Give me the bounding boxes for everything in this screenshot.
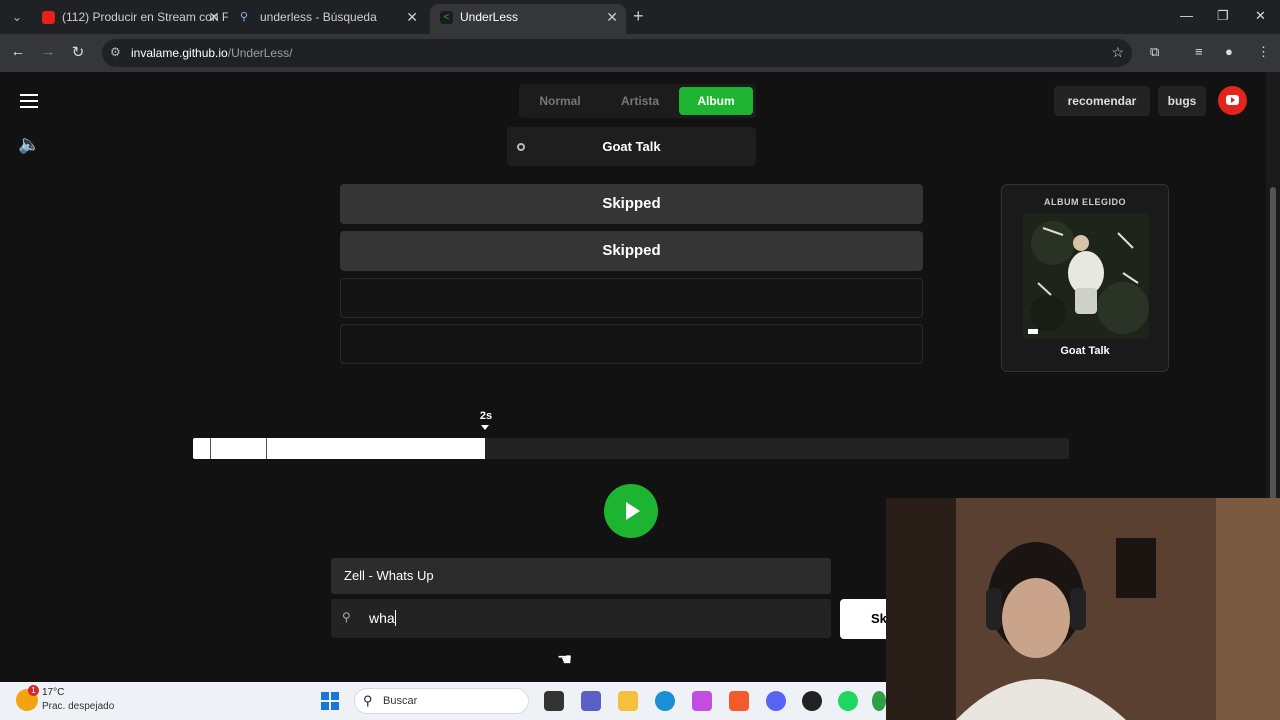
close-icon[interactable]: ✕ — [606, 4, 618, 30]
new-tab-button[interactable]: + — [633, 6, 644, 27]
bugs-button[interactable]: bugs — [1158, 86, 1206, 116]
address-bar[interactable]: ⚙ invalame.github.io/UnderLess/ ☆ — [102, 39, 1132, 67]
volume-icon[interactable]: 🔈 — [18, 134, 40, 155]
search-icon: ⚲ — [240, 11, 249, 23]
browser-tab-youtube[interactable]: (112) Producir en Stream con Fl ✕ — [32, 4, 228, 34]
taskbar-search-placeholder: Buscar — [383, 695, 418, 707]
taskbar-search[interactable]: ⚲ Buscar — [354, 688, 529, 714]
search-icon: ⚲ — [342, 610, 351, 624]
guess-row: Skipped — [340, 184, 923, 224]
forward-icon[interactable]: → — [38, 43, 58, 60]
extensions-icon[interactable]: ⧉ — [1150, 44, 1159, 60]
webcam-overlay — [886, 498, 1280, 720]
timer-label: 2s — [479, 410, 493, 422]
mode-switch: Normal Artista Album — [519, 84, 756, 118]
obs-icon[interactable] — [802, 691, 822, 711]
notification-badge: 1 — [28, 685, 39, 696]
browser-tab-search[interactable]: ⚲ underless - Búsqueda ✕ — [230, 4, 426, 34]
window-close-icon[interactable]: ✕ — [1255, 8, 1266, 24]
mode-album-button[interactable]: Album — [679, 87, 753, 115]
close-icon[interactable]: ✕ — [406, 4, 418, 30]
card-album-title: Goat Talk — [1060, 345, 1110, 357]
task-view-icon[interactable] — [544, 691, 564, 711]
site-info-icon[interactable]: ⚙ — [110, 45, 121, 59]
recommend-button[interactable]: recomendar — [1054, 86, 1150, 116]
guess-row — [340, 324, 923, 364]
weather-description: Prac. despejado — [42, 701, 115, 712]
tab-title: UnderLess — [460, 10, 519, 24]
search-value: wha — [369, 610, 396, 626]
suggestion-item[interactable]: Zell - Whats Up — [331, 558, 831, 594]
weather-temperature: 17°C — [42, 687, 65, 698]
close-icon[interactable]: ✕ — [208, 4, 220, 30]
reading-list-icon[interactable]: ≡ — [1195, 44, 1203, 59]
mode-normal-button[interactable]: Normal — [527, 87, 593, 115]
segment-divider — [210, 438, 211, 459]
browser-tab-underless[interactable]: < UnderLess ✕ — [430, 4, 626, 34]
card-header: ALBUM ELEGIDO — [1044, 197, 1126, 207]
profile-icon[interactable]: ● — [1225, 44, 1233, 59]
windows-start-icon[interactable] — [321, 692, 339, 710]
back-icon[interactable]: ← — [8, 43, 28, 60]
brave-icon[interactable] — [729, 691, 749, 711]
hamburger-menu-icon[interactable] — [20, 94, 38, 108]
segment-divider — [266, 438, 267, 459]
spotify-icon[interactable] — [838, 691, 858, 711]
address-url: invalame.github.io/UnderLess/ — [131, 46, 293, 60]
browser-menu-icon[interactable]: ⋮ — [1257, 44, 1270, 60]
progress-fill — [193, 438, 485, 459]
play-button[interactable] — [604, 484, 658, 538]
guess-row — [340, 278, 923, 318]
reload-icon[interactable]: ↻ — [68, 43, 88, 61]
underless-icon: < — [440, 11, 453, 24]
album-selector[interactable]: Goat Talk — [507, 127, 756, 166]
play-icon — [626, 502, 640, 520]
tab-title: underless - Búsqueda — [260, 10, 377, 24]
tab-search-menu-button[interactable]: ⌄ — [8, 8, 26, 26]
restore-icon[interactable]: ❐ — [1217, 8, 1229, 24]
minimize-icon[interactable]: — — [1180, 8, 1193, 23]
search-icon: ⚲ — [363, 693, 373, 708]
copilot-icon[interactable] — [692, 691, 712, 711]
edge-icon[interactable] — [655, 691, 675, 711]
chrome-icon[interactable] — [872, 691, 886, 711]
album-cover — [1023, 213, 1149, 339]
windows-taskbar: 1 17°C Prac. despejado ⚲ Buscar — [0, 682, 886, 720]
youtube-icon — [42, 11, 55, 24]
youtube-icon — [1226, 95, 1239, 105]
guess-row: Skipped — [340, 231, 923, 271]
timer-caret-icon — [481, 425, 489, 430]
discord-icon[interactable] — [766, 691, 786, 711]
chosen-album-card: ALBUM ELEGIDO Goat Talk — [1001, 184, 1169, 372]
youtube-button[interactable] — [1218, 86, 1247, 115]
playback-progress[interactable] — [193, 438, 1069, 459]
album-name: Goat Talk — [602, 139, 661, 154]
file-explorer-icon[interactable] — [618, 691, 638, 711]
tab-title: (112) Producir en Stream con Fl — [62, 10, 228, 24]
mode-artista-button[interactable]: Artista — [607, 87, 673, 115]
bookmark-star-icon[interactable]: ☆ — [1111, 44, 1124, 61]
hand-cursor-icon: ☚ — [557, 650, 573, 669]
search-input[interactable]: ⚲ wha — [331, 599, 831, 638]
browser-tab-bar: ⌄ (112) Producir en Stream con Fl ✕ ⚲ un… — [0, 0, 1280, 34]
teams-icon[interactable] — [581, 691, 601, 711]
browser-toolbar: ← → ↻ ⚙ invalame.github.io/UnderLess/ ☆ … — [0, 34, 1280, 72]
